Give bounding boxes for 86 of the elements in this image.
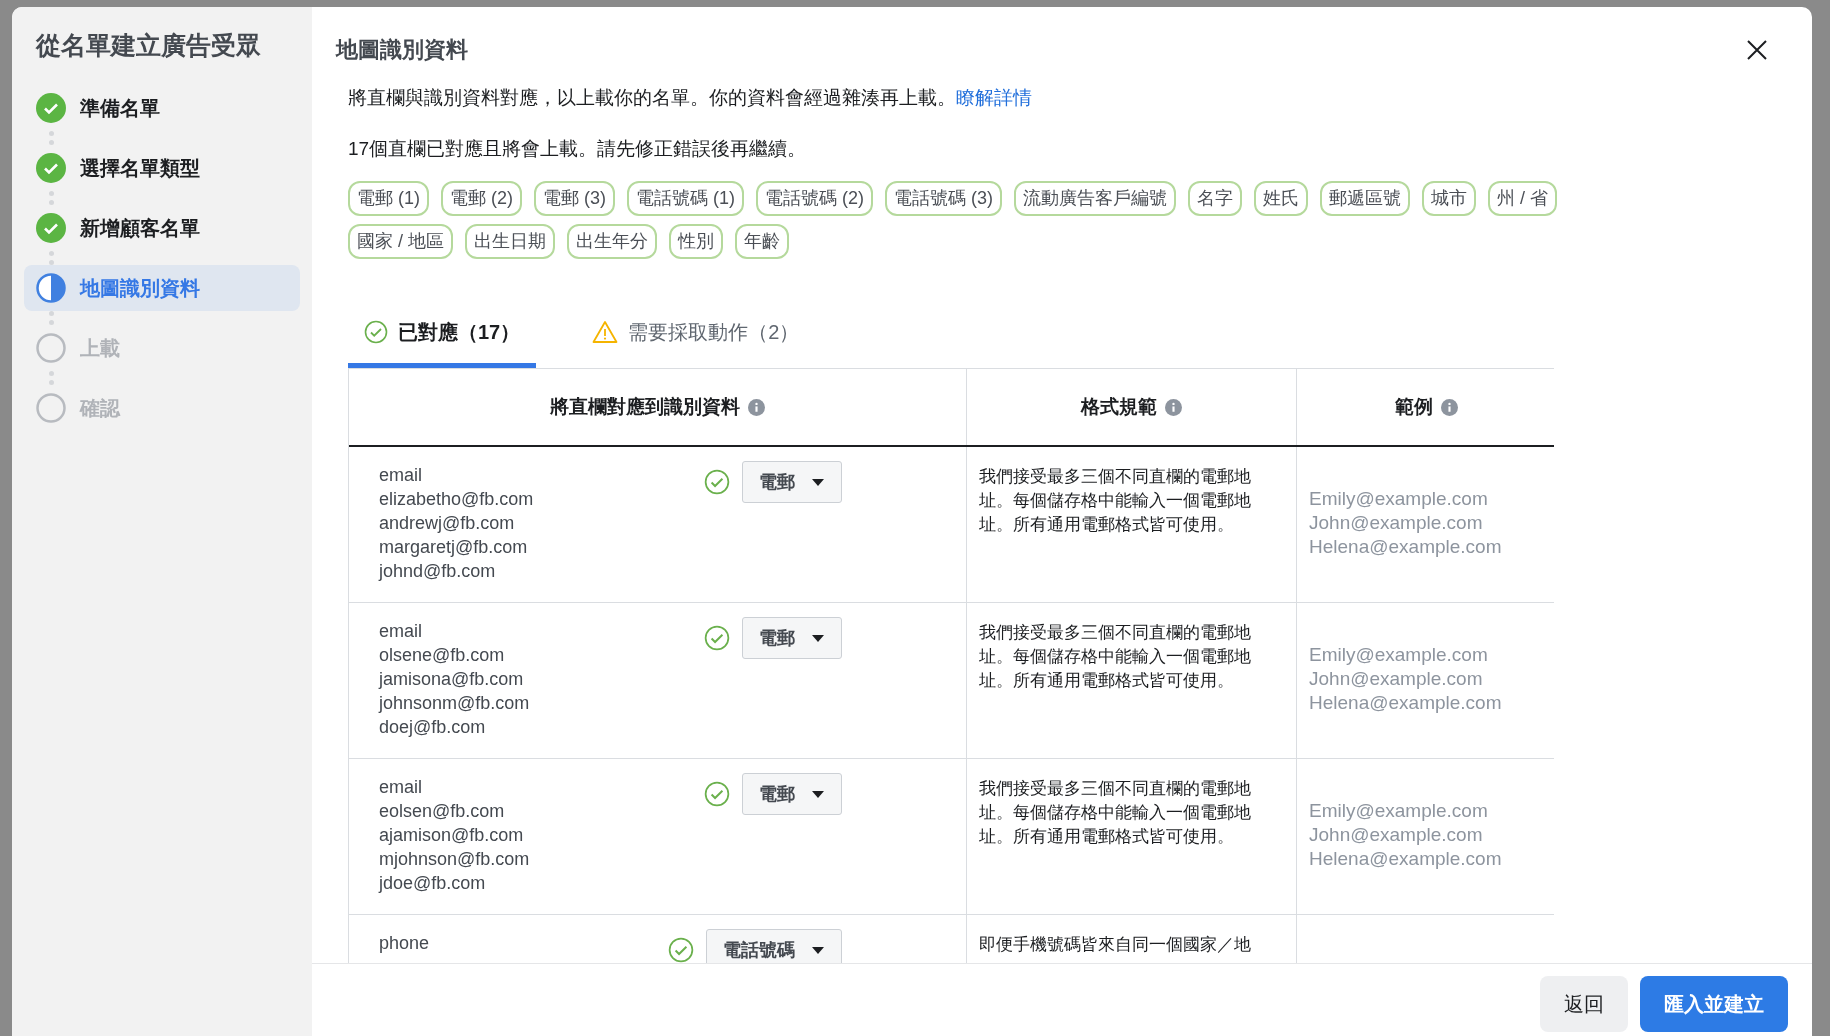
mapping-dropdown[interactable]: 電郵 [742,461,842,503]
check-circle-icon [704,781,730,807]
column-header: 格式規範 [967,369,1297,445]
dialog-title: 從名單建立廣告受眾 [34,30,262,61]
field-tag: 電郵 (1) [348,181,429,216]
field-tag: 電郵 (3) [534,181,615,216]
caret-icon [811,633,825,643]
column-value: margaretj@fb.com [379,536,529,559]
close-button[interactable] [1746,39,1768,61]
format-rule: 我們接受最多三個不同直欄的電郵地址。每個儲存格中能輸入一個電郵地址。所有通用電郵格式皆可使用。 [979,778,1252,848]
column-value: doej@fb.com [379,716,487,739]
column-value: email [379,620,423,643]
info-icon [1440,398,1458,416]
info-icon [748,398,765,416]
example-value: John@example.com [1309,667,1484,691]
column-value: olsene@fb.com [379,644,506,667]
check-circle-icon [668,937,694,963]
check-icon [36,152,66,183]
close-icon [1746,39,1768,61]
import-button[interactable]: 匯入並建立 [1640,975,1788,1032]
column-value: email [379,464,423,487]
tab[interactable]: 已對應（17） [348,317,537,368]
example-value: Helena@example.com [1309,535,1503,559]
mapping-dropdown[interactable]: 電話號碼 [706,929,842,963]
example-value: John@example.com [1309,511,1484,535]
field-tag: 城市 [1422,181,1476,216]
format-rule: 我們接受最多三個不同直欄的電郵地址。每個儲存格中能輸入一個電郵地址。所有通用電郵格式皆可使用。 [979,622,1252,692]
column-value: email [379,776,423,799]
example-value: Helena@example.com [1309,847,1503,871]
example-value: Emily@example.com [1309,799,1489,823]
caret-icon [811,477,825,487]
field-tag: 出生年分 [567,224,657,259]
column-header: 將直欄對應到識別資料 [349,369,967,445]
check-circle-icon [704,625,730,651]
field-tag: 性別 [669,224,723,259]
field-tag: 姓氏 [1254,181,1308,216]
intro-text: 將直欄與識別資料對應，以上載你的名單。你的資料會經過雜湊再上載。瞭解詳情 [348,86,1033,110]
example-value: Emily@example.com [1309,643,1489,667]
caret-icon [811,945,825,955]
column-value: phone [379,932,430,955]
caret-icon [811,789,825,799]
field-tag: 國家 / 地區 [348,224,453,259]
step-item[interactable]: 新增顧客名單 [24,204,300,251]
empty-circle-icon [36,392,66,423]
column-value: johnsonm@fb.com [379,692,530,715]
check-icon [36,92,66,123]
column-value: andrewj@fb.com [379,512,516,535]
column-value: eolsen@fb.com [379,800,506,823]
column-value: johnd@fb.com [379,560,497,583]
field-tag: 出生日期 [465,224,555,259]
column-value: jdoe@fb.com [379,872,487,895]
empty-circle-icon [36,332,66,363]
summary-text: 17個直欄已對應且將會上載。請先修正錯誤後再繼續。 [348,136,808,161]
field-tag: 電話號碼 (2) [756,181,873,216]
field-tag: 電話號碼 (3) [885,181,1002,216]
example-value: John@example.com [1309,823,1484,847]
field-tag: 電話號碼 (1) [627,181,744,216]
back-button[interactable]: 返回 [1540,975,1628,1032]
format-rule: 我們接受最多三個不同直欄的電郵地址。每個儲存格中能輸入一個電郵地址。所有通用電郵格式皆可使用。 [979,466,1252,536]
section-title: 地圖識別資料 [336,36,468,64]
info-icon [1165,398,1182,416]
column-value: ajamison@fb.com [379,824,525,847]
check-circle-icon [364,320,388,344]
column-value: elizabetho@fb.com [379,488,534,511]
column-value: jamisona@fb.com [379,668,525,691]
step-item[interactable]: 準備名單 [24,84,300,131]
half-circle-icon [36,272,66,303]
check-icon [36,212,66,243]
field-tag: 流動廣告客戶編號 [1014,181,1176,216]
example-value: Emily@example.com [1309,487,1489,511]
column-value: mjohnson@fb.com [379,848,530,871]
learn-more-link[interactable]: 瞭解詳情 [956,87,1032,108]
field-tag: 郵遞區號 [1320,181,1410,216]
tab[interactable]: 需要採取動作（2） [576,317,816,368]
column-header: 範例 [1297,369,1555,445]
mapping-dropdown[interactable]: 電郵 [742,773,842,815]
field-tag: 電郵 (2) [441,181,522,216]
warning-icon [592,320,619,344]
field-tag: 名字 [1188,181,1242,216]
check-circle-icon [704,469,730,495]
step-item[interactable]: 選擇名單類型 [24,144,300,191]
mapping-dropdown[interactable]: 電郵 [742,617,842,659]
field-tag: 年齡 [735,224,789,259]
format-rule: 即便手機號碼皆來自同一個國家／地 [979,934,1252,956]
example-value: Helena@example.com [1309,691,1503,715]
field-tag: 州 / 省 [1488,181,1557,216]
